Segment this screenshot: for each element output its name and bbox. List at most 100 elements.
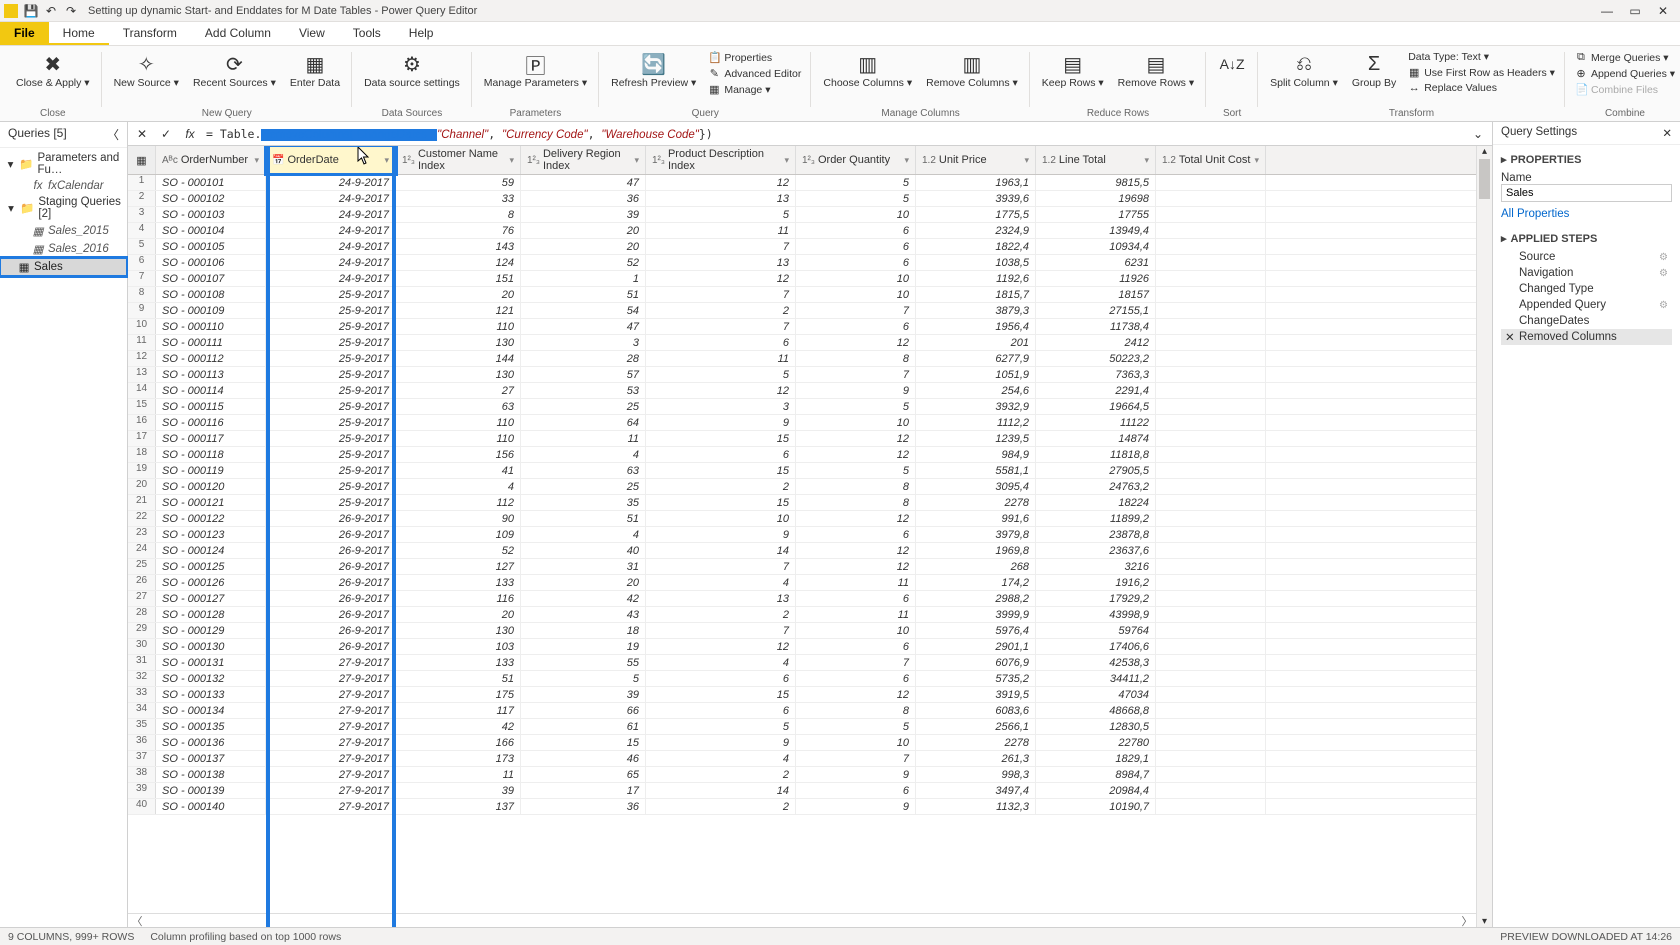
cell[interactable]: 39 <box>396 783 521 798</box>
cell[interactable]: 3919,5 <box>916 687 1036 702</box>
cell[interactable]: 9 <box>796 767 916 782</box>
redo-icon[interactable]: ↷ <box>64 4 78 18</box>
cell[interactable]: 51 <box>521 287 646 302</box>
cell[interactable]: 2278 <box>916 495 1036 510</box>
row-number[interactable]: 17 <box>128 431 156 446</box>
cell[interactable]: SO - 000131 <box>156 655 266 670</box>
cell[interactable]: SO - 000132 <box>156 671 266 686</box>
cell[interactable]: 3932,9 <box>916 399 1036 414</box>
row-number[interactable]: 16 <box>128 415 156 430</box>
cell[interactable]: SO - 000127 <box>156 591 266 606</box>
sort-asc-button[interactable]: A↓Z <box>1212 48 1252 80</box>
query-item[interactable]: ▦Sales_2015 <box>0 222 127 240</box>
cell[interactable]: 65 <box>521 767 646 782</box>
cell[interactable]: 27-9-2017 <box>266 783 396 798</box>
cell[interactable]: 39 <box>521 207 646 222</box>
table-row[interactable]: 32SO - 00013227-9-2017515665735,234411,2 <box>128 671 1476 687</box>
cell[interactable]: 2291,4 <box>1036 383 1156 398</box>
cell[interactable]: 12 <box>796 431 916 446</box>
row-number[interactable]: 31 <box>128 655 156 670</box>
cell[interactable]: 175 <box>396 687 521 702</box>
save-icon[interactable]: 💾 <box>24 4 38 18</box>
table-row[interactable]: 5SO - 00010524-9-201714320761822,410934,… <box>128 239 1476 255</box>
row-number[interactable]: 13 <box>128 367 156 382</box>
cell[interactable]: 9 <box>646 735 796 750</box>
new-source-button[interactable]: ✧New Source ▾ <box>108 48 185 92</box>
cell[interactable] <box>1156 655 1266 670</box>
cell[interactable] <box>1156 735 1266 750</box>
manage-query-button[interactable]: ▦Manage ▾ <box>704 82 805 97</box>
cell[interactable]: 9 <box>646 415 796 430</box>
cell[interactable]: 25-9-2017 <box>266 287 396 302</box>
cell[interactable]: 27-9-2017 <box>266 719 396 734</box>
cell[interactable]: 20 <box>521 575 646 590</box>
cell[interactable]: 52 <box>396 543 521 558</box>
manage-parameters-button[interactable]: 🄿Manage Parameters ▾ <box>478 48 593 92</box>
cell[interactable]: SO - 000106 <box>156 255 266 270</box>
cell[interactable]: SO - 000107 <box>156 271 266 286</box>
split-column-button[interactable]: ⎌Split Column ▾ <box>1264 48 1344 92</box>
cell[interactable] <box>1156 799 1266 814</box>
remove-columns-button[interactable]: ▥Remove Columns ▾ <box>920 48 1024 92</box>
cell[interactable]: 130 <box>396 623 521 638</box>
cell[interactable]: 12 <box>646 383 796 398</box>
cell[interactable]: 137 <box>396 799 521 814</box>
cell[interactable]: 124 <box>396 255 521 270</box>
row-number[interactable]: 9 <box>128 303 156 318</box>
cell[interactable]: 15 <box>646 431 796 446</box>
cell[interactable]: 7 <box>646 623 796 638</box>
cell[interactable]: 6 <box>646 671 796 686</box>
cell[interactable]: 15 <box>646 463 796 478</box>
cell[interactable]: 42538,3 <box>1036 655 1156 670</box>
cell[interactable]: 1916,2 <box>1036 575 1156 590</box>
cell[interactable] <box>1156 335 1266 350</box>
cell[interactable] <box>1156 607 1266 622</box>
cell[interactable]: 18224 <box>1036 495 1156 510</box>
row-number[interactable]: 11 <box>128 335 156 350</box>
merge-queries-button[interactable]: ⧉Merge Queries ▾ <box>1571 50 1679 65</box>
cell[interactable]: 8 <box>796 351 916 366</box>
cell[interactable]: 11899,2 <box>1036 511 1156 526</box>
row-number[interactable]: 8 <box>128 287 156 302</box>
cell[interactable]: 121 <box>396 303 521 318</box>
cell[interactable]: 27-9-2017 <box>266 799 396 814</box>
cell[interactable]: 3497,4 <box>916 783 1036 798</box>
cell[interactable]: 46 <box>521 751 646 766</box>
cell[interactable]: 26-9-2017 <box>266 527 396 542</box>
cell[interactable]: 110 <box>396 319 521 334</box>
cell[interactable]: 7 <box>796 303 916 318</box>
cell[interactable]: 6 <box>796 255 916 270</box>
table-row[interactable]: 7SO - 00010724-9-2017151112101192,611926 <box>128 271 1476 287</box>
cell[interactable]: 10 <box>796 735 916 750</box>
cell[interactable]: 143 <box>396 239 521 254</box>
table-row[interactable]: 13SO - 00011325-9-201713057571051,97363,… <box>128 367 1476 383</box>
cell[interactable]: 31 <box>521 559 646 574</box>
cell[interactable]: 998,3 <box>916 767 1036 782</box>
cell[interactable]: 7 <box>646 319 796 334</box>
cell[interactable]: 3216 <box>1036 559 1156 574</box>
minimize-button[interactable]: — <box>1600 4 1614 18</box>
cell[interactable]: 1038,5 <box>916 255 1036 270</box>
query-item[interactable]: ▦Sales_2016 <box>0 240 127 258</box>
cell[interactable]: 27-9-2017 <box>266 735 396 750</box>
enter-data-button[interactable]: ▦Enter Data <box>284 48 346 92</box>
applied-step[interactable]: Navigation⚙ <box>1501 265 1672 281</box>
cell[interactable]: 52 <box>521 255 646 270</box>
cell[interactable]: SO - 000134 <box>156 703 266 718</box>
cell[interactable]: 12 <box>646 639 796 654</box>
cell[interactable] <box>1156 447 1266 462</box>
cell[interactable]: 1192,6 <box>916 271 1036 286</box>
cell[interactable]: 2324,9 <box>916 223 1036 238</box>
cell[interactable]: SO - 000114 <box>156 383 266 398</box>
cell[interactable] <box>1156 271 1266 286</box>
cell[interactable]: 174,2 <box>916 575 1036 590</box>
scroll-right-icon[interactable]: 〉 <box>1458 913 1476 928</box>
cell[interactable] <box>1156 223 1266 238</box>
cell[interactable]: 25-9-2017 <box>266 351 396 366</box>
tab-file[interactable]: File <box>0 22 49 45</box>
cell[interactable]: 23878,8 <box>1036 527 1156 542</box>
filter-dropdown-icon[interactable]: ▾ <box>1024 155 1029 166</box>
cell[interactable]: 26-9-2017 <box>266 639 396 654</box>
cell[interactable]: 9 <box>796 383 916 398</box>
table-row[interactable]: 31SO - 00013127-9-201713355476076,942538… <box>128 655 1476 671</box>
